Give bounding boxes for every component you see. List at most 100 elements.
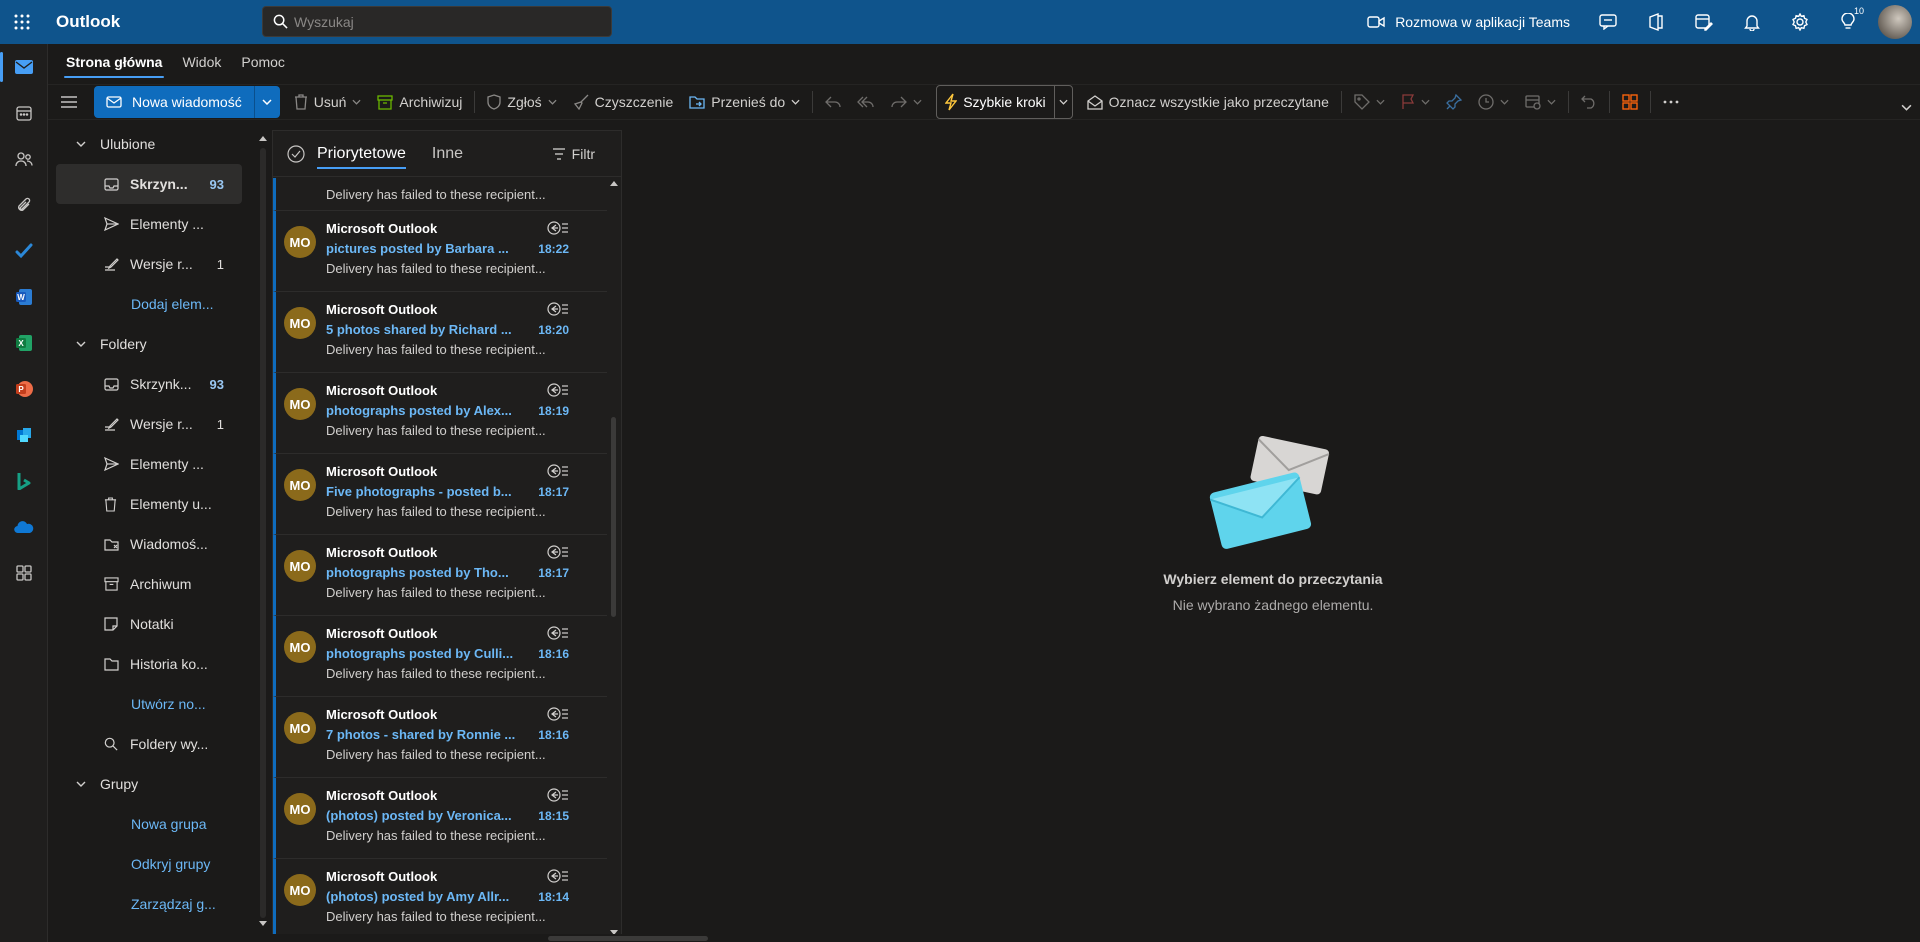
snooze-button[interactable] [1470,86,1517,118]
app-title[interactable]: Outlook [56,12,120,32]
tab-focused[interactable]: Priorytetowe [317,145,406,169]
message-row[interactable]: MO Microsoft Outlook photographs posted … [273,616,607,697]
sweep-button[interactable]: Czyszczenie [565,86,682,118]
rules-button[interactable] [1517,86,1564,118]
add-favorite-link[interactable]: Dodaj elem... [48,284,258,324]
new-mail-button[interactable]: Nowa wiadomość [94,86,254,118]
rail-m365[interactable] [0,412,48,458]
filter-button[interactable]: Filtr [552,146,595,162]
notifications-button[interactable] [1728,0,1776,44]
manage-groups-link[interactable]: Zarządzaj g... [48,884,258,924]
search-input[interactable]: Wyszukaj [294,14,354,30]
rail-todo[interactable] [0,228,48,274]
nav-collapse-button[interactable] [48,86,90,118]
folder-sent[interactable]: Elementy ... [56,444,242,484]
app-launcher-button[interactable] [0,0,44,44]
tab-help[interactable]: Pomoc [231,54,295,80]
forward-button[interactable] [883,86,930,118]
quick-steps-button[interactable]: Szybkie kroki [937,86,1053,118]
mark-all-read-button[interactable]: Oznacz wszystkie jako przeczytane [1079,86,1337,118]
message-row[interactable]: MO Microsoft Outlook (photos) posted by … [273,778,607,859]
apps-button[interactable] [1614,86,1646,118]
groups-header[interactable]: Grupy [48,764,258,804]
fav-sent[interactable]: Elementy ... [56,204,242,244]
flag-button[interactable] [1393,86,1438,118]
message-row[interactable]: MO Microsoft Outlook photographs posted … [273,373,607,454]
reply-status-icon[interactable] [547,545,569,559]
scrollbar-thumb[interactable] [548,936,708,941]
chat-button[interactable] [1584,0,1632,44]
pin-button[interactable] [1438,86,1470,118]
report-button[interactable]: Zgłoś [479,86,564,118]
rail-onedrive[interactable] [0,504,48,550]
office-button[interactable] [1632,0,1680,44]
reply-status-icon[interactable] [547,302,569,316]
tab-home[interactable]: Strona główna [56,54,172,80]
folder-inbox[interactable]: Skrzynk... 93 [56,364,242,404]
rail-calendar[interactable] [0,90,48,136]
favorites-header[interactable]: Ulubione [48,124,258,164]
delete-button[interactable]: Usuń [286,86,370,118]
reply-button[interactable] [817,86,849,118]
folder-history[interactable]: Historia ko... [56,644,242,684]
tips-button[interactable]: 10 [1824,0,1872,44]
message-row[interactable]: MO Microsoft Outlook pictures posted by … [273,211,607,292]
settings-button[interactable] [1776,0,1824,44]
rail-excel[interactable]: X [0,320,48,366]
message-row[interactable]: MO Microsoft Outlook Five photographs - … [273,454,607,535]
undo-button[interactable] [1573,86,1605,118]
reply-status-icon[interactable] [547,707,569,721]
rail-powerpoint[interactable]: P [0,366,48,412]
svg-text:X: X [18,339,24,348]
folders-header[interactable]: Foldery [48,324,258,364]
folder-deleted[interactable]: Elementy u... [56,484,242,524]
rail-bookings[interactable] [0,458,48,504]
rail-more-apps[interactable] [0,550,48,596]
select-all-icon[interactable] [287,144,305,163]
move-to-button[interactable]: Przenieś do [681,86,808,118]
archive-button[interactable]: Archiwizuj [369,86,470,118]
tab-view[interactable]: Widok [172,54,231,80]
new-mail-dropdown[interactable] [253,86,280,118]
fav-drafts[interactable]: Wersje r... 1 [56,244,242,284]
rail-files[interactable] [0,182,48,228]
expand-ribbon-button[interactable] [1893,91,1920,123]
teams-meeting-button[interactable]: Rozmowa w aplikacji Teams [1367,14,1570,30]
reply-status-icon[interactable] [547,464,569,478]
message-row[interactable]: MO Microsoft Outlook photographs posted … [273,535,607,616]
message-row-partial[interactable]: Delivery has failed to these recipient..… [273,178,607,211]
create-folder-link[interactable]: Utwórz no... [48,684,258,724]
message-row[interactable]: MO Microsoft Outlook 5 photos shared by … [273,292,607,373]
search-box[interactable]: Wyszukaj [262,6,612,37]
categorize-button[interactable] [1346,86,1393,118]
reply-status-icon[interactable] [547,869,569,883]
message-row[interactable]: MO Microsoft Outlook (photos) posted by … [273,859,607,937]
reply-status-icon[interactable] [547,221,569,235]
new-group-link[interactable]: Nowa grupa [48,804,258,844]
reply-status-icon[interactable] [547,383,569,397]
folder-notes[interactable]: Notatki [56,604,242,644]
reply-status-icon[interactable] [547,626,569,640]
quick-steps-dropdown[interactable] [1053,86,1072,118]
message-row[interactable]: MO Microsoft Outlook 7 photos - shared b… [273,697,607,778]
reply-all-button[interactable] [849,86,883,118]
account-avatar[interactable] [1878,5,1912,39]
tab-other[interactable]: Inne [432,145,463,163]
rail-people[interactable] [0,136,48,182]
message-list-scrollbar[interactable] [609,177,619,937]
folder-drafts[interactable]: Wersje r... 1 [56,404,242,444]
calendar-todo-button[interactable] [1680,0,1728,44]
discover-groups-link[interactable]: Odkryj grupy [48,844,258,884]
rail-mail[interactable] [0,44,48,90]
calendar-icon [16,106,32,121]
search-folders[interactable]: Foldery wy... [56,724,242,764]
rail-word[interactable]: W [0,274,48,320]
more-options-button[interactable] [1655,86,1687,118]
fav-inbox[interactable]: Skrzyn... 93 [56,164,242,204]
folder-junk[interactable]: Wiadomoś... [56,524,242,564]
folder-archive[interactable]: Archiwum [56,564,242,604]
folder-pane-scrollbar[interactable] [258,130,268,930]
reply-status-icon[interactable] [547,788,569,802]
scrollbar-thumb[interactable] [611,417,616,617]
bottom-scrollbar[interactable] [48,934,1920,942]
